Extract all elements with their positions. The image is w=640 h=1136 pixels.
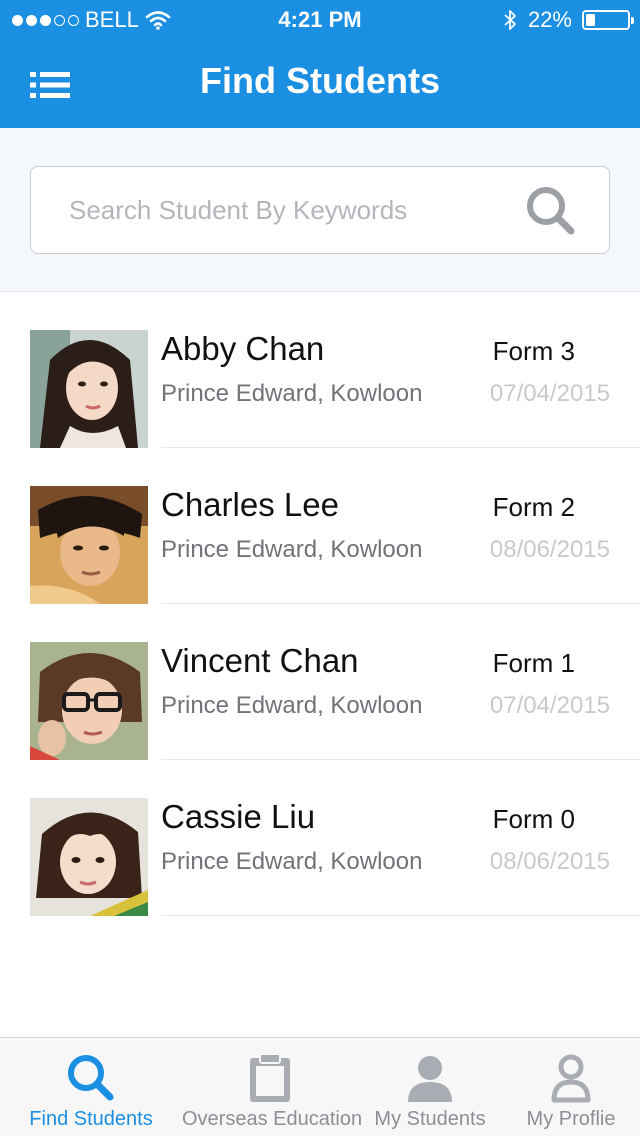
profile-outline-icon [551, 1054, 591, 1103]
navigation-bar: Find Students [0, 40, 640, 128]
tab-my-students[interactable]: My Students [358, 1038, 502, 1136]
page-title: Find Students [200, 60, 440, 101]
student-form: Form 2 [492, 492, 575, 522]
student-form: Form 1 [492, 648, 575, 678]
app-header: BELL 4:21 PM 22% Find Students [0, 0, 640, 128]
tab-bar: Find Students Overseas Education My Stud… [0, 1037, 640, 1136]
student-form: Form 3 [492, 336, 575, 366]
student-date: 08/06/2015 [489, 536, 610, 563]
student-row[interactable]: Charles Lee Prince Edward, Kowloon Form … [0, 448, 640, 604]
student-date: 07/04/2015 [489, 692, 610, 719]
tab-label: Find Students [29, 1108, 153, 1130]
student-name: Abby Chan [161, 330, 325, 367]
student-avatar [30, 642, 148, 760]
student-name: Charles Lee [161, 486, 339, 523]
student-location: Prince Edward, Kowloon [161, 380, 423, 407]
status-bar: BELL 4:21 PM 22% [0, 0, 640, 40]
student-avatar [30, 798, 148, 916]
tab-overseas-education[interactable]: Overseas Education [182, 1038, 363, 1136]
student-name: Cassie Liu [161, 798, 316, 835]
tab-label: My Proflie [526, 1108, 616, 1130]
battery-icon [582, 10, 634, 30]
student-date: 08/06/2015 [489, 848, 610, 875]
search-section [0, 128, 640, 292]
student-row[interactable]: Cassie Liu Prince Edward, Kowloon Form 0… [0, 760, 640, 916]
student-list: Abby Chan Prince Edward, Kowloon Form 3 … [0, 292, 640, 916]
student-form: Form 0 [492, 804, 575, 834]
tab-label: My Students [374, 1108, 486, 1130]
search-input[interactable] [69, 167, 529, 253]
person-icon [408, 1056, 452, 1102]
student-avatar [30, 330, 148, 448]
student-location: Prince Edward, Kowloon [161, 536, 423, 563]
tab-find-students[interactable]: Find Students [0, 1038, 182, 1136]
student-location: Prince Edward, Kowloon [161, 848, 423, 875]
tab-label: Overseas Education [182, 1108, 363, 1130]
bluetooth-icon [504, 10, 516, 30]
student-location: Prince Edward, Kowloon [161, 692, 423, 719]
clipboard-icon [250, 1053, 290, 1102]
search-box [30, 166, 610, 254]
search-icon[interactable] [525, 185, 577, 237]
student-date: 07/04/2015 [489, 380, 610, 407]
tab-my-profile[interactable]: My Proflie [502, 1038, 640, 1136]
student-row[interactable]: Abby Chan Prince Edward, Kowloon Form 3 … [0, 292, 640, 448]
student-name: Vincent Chan [161, 642, 359, 679]
battery-percent: 22% [527, 7, 572, 32]
search-icon [68, 1055, 114, 1101]
student-avatar [30, 486, 148, 604]
status-right-group: 22% [502, 7, 634, 33]
student-row[interactable]: Vincent Chan Prince Edward, Kowloon Form… [0, 604, 640, 760]
row-divider [161, 915, 640, 916]
battery-level-fill [586, 14, 595, 26]
